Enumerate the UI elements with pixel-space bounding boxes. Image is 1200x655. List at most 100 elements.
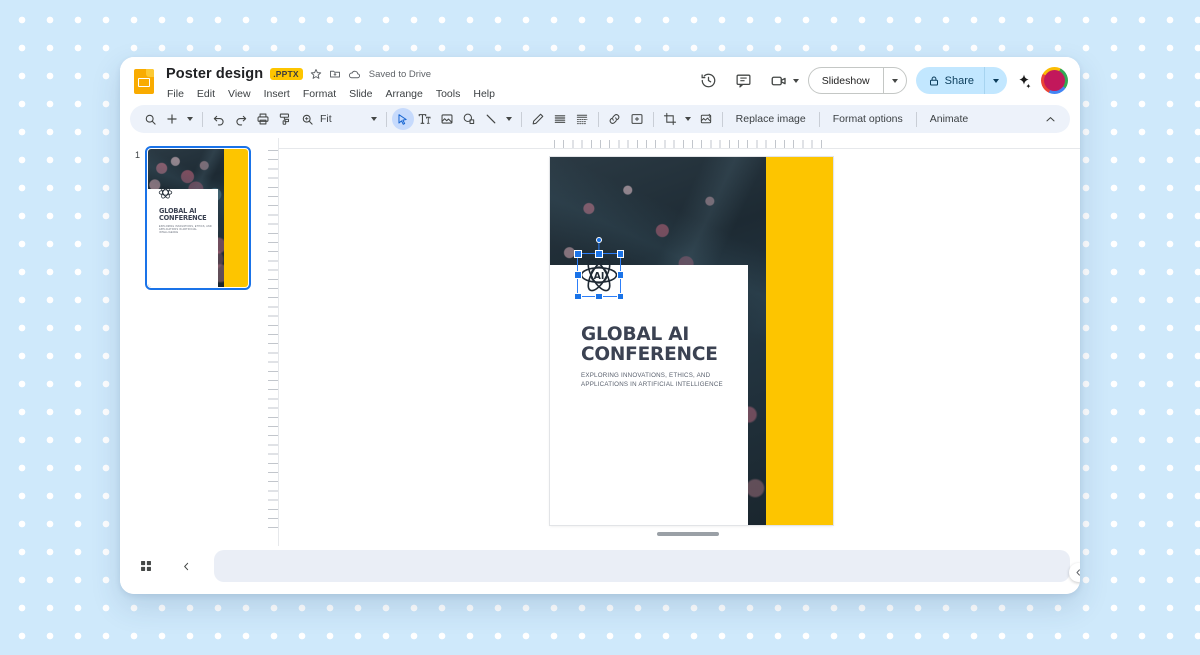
canvas-horizontal-scrollbar[interactable] bbox=[657, 532, 719, 536]
chevron-down-icon bbox=[187, 117, 193, 121]
chevron-down-icon bbox=[993, 78, 999, 83]
search-icon[interactable] bbox=[139, 108, 161, 130]
title-and-menu: Poster design .PPTX Saved to Drive File … bbox=[166, 63, 496, 102]
menu-arrange[interactable]: Arrange bbox=[384, 87, 423, 101]
chevron-down-icon bbox=[370, 117, 377, 121]
filmstrip-row: 1 GLOBAL AI CONFERENCE EXPLORING INNOVAT… bbox=[120, 144, 268, 290]
print-icon[interactable] bbox=[252, 108, 274, 130]
collapse-filmstrip-icon[interactable] bbox=[174, 554, 198, 578]
paint-format-icon[interactable] bbox=[274, 108, 296, 130]
toolbar: Fit Replace image Format options Animate bbox=[130, 105, 1070, 133]
menu-tools[interactable]: Tools bbox=[435, 87, 462, 101]
slide-editor-surface[interactable]: AI GLOBAL AI CONFERENCE EXPLORING INNOVA… bbox=[550, 157, 833, 525]
animate-button[interactable]: Animate bbox=[922, 110, 977, 128]
collapse-panel-icon[interactable] bbox=[1069, 563, 1080, 582]
chevron-down-icon bbox=[505, 117, 512, 121]
share-dropdown-arrow[interactable] bbox=[985, 67, 1007, 94]
new-slide-dropdown[interactable] bbox=[183, 108, 197, 130]
speaker-notes-panel[interactable] bbox=[214, 550, 1070, 582]
svg-text:AI: AI bbox=[594, 271, 605, 282]
plus-icon[interactable] bbox=[161, 108, 183, 130]
slide-canvas[interactable]: AI GLOBAL AI CONFERENCE EXPLORING INNOVA… bbox=[279, 149, 1080, 546]
menu-insert[interactable]: Insert bbox=[263, 87, 291, 101]
page-title[interactable]: Poster design bbox=[166, 66, 263, 82]
slide-number: 1 bbox=[134, 150, 140, 160]
slideshow-button[interactable]: Slideshow bbox=[807, 67, 907, 94]
avatar[interactable] bbox=[1041, 67, 1068, 94]
align-icon[interactable] bbox=[549, 108, 571, 130]
chevron-up-icon[interactable] bbox=[1039, 108, 1061, 130]
menu-slide[interactable]: Slide bbox=[348, 87, 373, 101]
sparkle-icon[interactable] bbox=[1016, 73, 1032, 89]
work-area: 1 GLOBAL AI CONFERENCE EXPLORING INNOVAT… bbox=[120, 138, 1080, 546]
app-header: Poster design .PPTX Saved to Drive File … bbox=[120, 57, 1080, 105]
redo-icon[interactable] bbox=[230, 108, 252, 130]
text-box-icon[interactable] bbox=[414, 108, 436, 130]
star-icon[interactable] bbox=[310, 68, 322, 80]
menu-edit[interactable]: Edit bbox=[196, 87, 216, 101]
menu-format[interactable]: Format bbox=[302, 87, 337, 101]
ai-atom-icon[interactable]: AI bbox=[579, 255, 619, 295]
crop-icon[interactable] bbox=[659, 108, 681, 130]
google-slides-icon[interactable] bbox=[132, 67, 158, 95]
share-main[interactable]: Share bbox=[916, 67, 984, 94]
chevron-down-icon[interactable] bbox=[792, 78, 799, 83]
slideshow-label[interactable]: Slideshow bbox=[809, 68, 883, 93]
thumb-poster-subtitle: EXPLORING INNOVATIONS, ETHICS, AND APPLI… bbox=[159, 225, 212, 235]
divider bbox=[597, 111, 599, 127]
header-actions: Slideshow Share bbox=[696, 63, 1070, 94]
grid-view-icon[interactable] bbox=[134, 554, 158, 578]
divider bbox=[652, 111, 654, 127]
poster-title[interactable]: GLOBAL AI CONFERENCE bbox=[581, 325, 741, 364]
replace-image-button[interactable]: Replace image bbox=[728, 110, 814, 128]
lock-icon bbox=[929, 76, 938, 85]
version-history-icon[interactable] bbox=[696, 68, 722, 94]
vertical-ruler[interactable] bbox=[268, 138, 279, 546]
chevron-down-icon bbox=[684, 117, 691, 121]
toolbar-container: Fit Replace image Format options Animate bbox=[120, 105, 1080, 138]
crop-dropdown[interactable] bbox=[681, 108, 695, 130]
cloud-saved-icon[interactable] bbox=[348, 68, 361, 81]
menubar: File Edit View Insert Format Slide Arran… bbox=[166, 85, 496, 102]
bottom-bar bbox=[120, 546, 1080, 594]
slideshow-dropdown-arrow[interactable] bbox=[884, 68, 906, 93]
video-camera-icon[interactable] bbox=[766, 68, 792, 94]
google-slides-window: Poster design .PPTX Saved to Drive File … bbox=[120, 57, 1080, 594]
divider bbox=[915, 111, 917, 127]
zoom-dropdown[interactable] bbox=[367, 108, 381, 130]
poster-white-panel[interactable] bbox=[550, 265, 748, 525]
poster-subtitle[interactable]: EXPLORING INNOVATIONS, ETHICS, AND APPLI… bbox=[581, 372, 741, 390]
line-icon[interactable] bbox=[480, 108, 502, 130]
divider bbox=[721, 111, 723, 127]
shape-icon[interactable] bbox=[458, 108, 480, 130]
save-status: Saved to Drive bbox=[368, 68, 432, 80]
cursor-arrow-icon[interactable] bbox=[391, 108, 414, 130]
format-options-button[interactable]: Format options bbox=[825, 110, 911, 128]
menu-file[interactable]: File bbox=[166, 87, 185, 101]
poster-text-block[interactable]: GLOBAL AI CONFERENCE EXPLORING INNOVATIO… bbox=[581, 325, 741, 390]
google-meet-button[interactable] bbox=[766, 68, 799, 94]
insert-link-icon[interactable] bbox=[604, 108, 626, 130]
share-label: Share bbox=[944, 74, 974, 87]
transition-icon[interactable] bbox=[571, 108, 593, 130]
divider bbox=[202, 111, 203, 127]
file-type-badge: .PPTX bbox=[270, 67, 303, 81]
move-to-folder-icon[interactable] bbox=[329, 68, 341, 80]
undo-icon[interactable] bbox=[208, 108, 230, 130]
thumb-poster-title: GLOBAL AI CONFERENCE bbox=[159, 207, 207, 223]
divider bbox=[520, 111, 522, 127]
horizontal-ruler[interactable] bbox=[279, 138, 1080, 149]
image-mask-icon[interactable] bbox=[695, 108, 717, 130]
zoom-icon[interactable] bbox=[296, 108, 318, 130]
menu-help[interactable]: Help bbox=[472, 87, 496, 101]
zoom-level-label[interactable]: Fit bbox=[318, 113, 335, 125]
menu-view[interactable]: View bbox=[227, 87, 252, 101]
add-comment-icon[interactable] bbox=[626, 108, 648, 130]
poster-yellow-bar[interactable] bbox=[766, 157, 833, 525]
pen-icon[interactable] bbox=[527, 108, 549, 130]
line-dropdown[interactable] bbox=[502, 108, 516, 130]
share-button[interactable]: Share bbox=[915, 67, 1007, 94]
slide-thumbnail-1[interactable]: GLOBAL AI CONFERENCE EXPLORING INNOVATIO… bbox=[145, 146, 251, 290]
comment-icon[interactable] bbox=[731, 68, 757, 94]
insert-image-icon[interactable] bbox=[436, 108, 458, 130]
